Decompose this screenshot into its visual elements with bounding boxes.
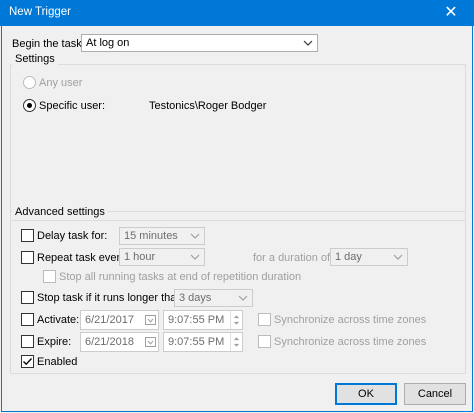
chevron-down-icon [190,254,200,260]
repeat-task-label: Repeat task every: [37,252,129,264]
expire-sync-label: Synchronize across time zones [274,336,427,348]
specific-user-radio[interactable] [23,99,36,112]
activate-date-value: 6/21/2017 [85,314,134,326]
specific-user-value: Testonics\Roger Bodger [149,100,267,112]
expire-checkbox[interactable] [21,335,34,348]
stop-task-checkbox[interactable] [21,291,34,304]
expire-date-field[interactable]: 6/21/2018 [80,332,159,352]
repeat-task-dropdown[interactable]: 1 hour [119,248,205,266]
chevron-down-icon [303,40,313,46]
time-spinner-icon[interactable] [230,311,242,329]
window-title: New Trigger [9,6,71,18]
specific-user-label: Specific user: [39,100,106,112]
ok-button[interactable]: OK [335,383,397,405]
activate-checkbox[interactable] [21,313,34,326]
activate-sync-label: Synchronize across time zones [274,314,427,326]
calendar-dropdown-icon[interactable] [145,335,157,349]
duration-dropdown[interactable]: 1 day [330,248,408,266]
delay-task-value: 15 minutes [124,230,178,242]
stop-all-tasks-checkbox[interactable] [43,270,56,283]
stop-task-dropdown[interactable]: 3 days [174,289,253,307]
title-bar: New Trigger ✕ [0,0,474,26]
expire-date-value: 6/21/2018 [85,336,134,348]
stop-task-label: Stop task if it runs longer than: [37,292,186,304]
chevron-down-icon [238,295,248,301]
enabled-label: Enabled [37,356,78,368]
chevron-down-icon [393,254,403,260]
activate-sync-checkbox[interactable] [258,313,271,326]
checkmark-icon [23,358,32,366]
delay-task-checkbox[interactable] [21,229,34,242]
duration-value: 1 day [335,251,362,263]
activate-time-value: 9:07:55 PM [168,314,225,326]
any-user-label: Any user [39,77,83,89]
repeat-task-checkbox[interactable] [21,251,34,264]
calendar-dropdown-icon[interactable] [145,313,157,327]
activate-time-field[interactable]: 9:07:55 PM [163,310,243,330]
delay-task-label: Delay task for: [37,230,108,242]
any-user-radio[interactable] [23,76,36,89]
stop-task-value: 3 days [179,292,212,304]
expire-time-value: 9:07:55 PM [168,336,225,348]
begin-task-dropdown[interactable]: At log on [81,34,318,52]
cancel-button[interactable]: Cancel [404,383,466,405]
delay-task-dropdown[interactable]: 15 minutes [119,227,205,245]
settings-group-title: Settings [12,52,58,66]
advanced-settings-title: Advanced settings [12,205,108,219]
repeat-task-value: 1 hour [124,251,156,263]
activate-date-field[interactable]: 6/21/2017 [80,310,159,330]
stop-all-tasks-label: Stop all running tasks at end of repetit… [59,271,302,283]
radio-selected-dot [27,103,32,108]
expire-label: Expire: [37,336,72,348]
time-spinner-icon[interactable] [230,333,242,351]
close-icon[interactable]: ✕ [428,0,474,26]
expire-time-field[interactable]: 9:07:55 PM [163,332,243,352]
activate-label: Activate: [37,314,80,326]
duration-label: for a duration of: [253,252,334,264]
expire-sync-checkbox[interactable] [258,335,271,348]
chevron-down-icon [190,233,200,239]
begin-task-label: Begin the task: [12,38,85,50]
dialog-client: Begin the task: At log on Settings Any u… [1,26,473,412]
begin-task-value: At log on [86,37,130,49]
enabled-checkbox[interactable] [21,355,34,368]
